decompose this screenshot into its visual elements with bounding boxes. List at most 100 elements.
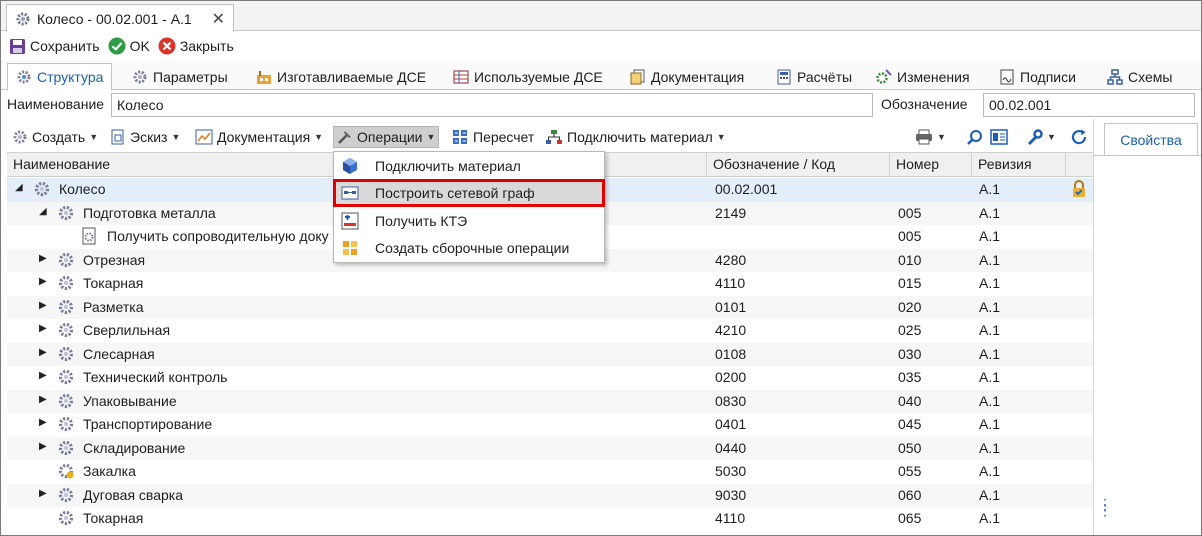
table-row[interactable]: ▶ Транспортирование 0401 045 А.1 xyxy=(7,413,1093,437)
gear-icon xyxy=(12,129,28,145)
expand-toggle-icon[interactable]: ▶ xyxy=(39,417,47,428)
expand-toggle-icon[interactable]: ▶ xyxy=(39,394,47,405)
operations-button[interactable]: Операции ▼ xyxy=(333,126,440,148)
row-code: 0440 xyxy=(715,439,747,456)
column-header-number[interactable]: Номер xyxy=(890,153,972,177)
close-button[interactable]: Закрыть xyxy=(156,35,236,57)
row-name: Токарная xyxy=(83,510,144,526)
gear-icon xyxy=(57,439,75,457)
table-row[interactable]: ▶ Складирование 0440 050 А.1 xyxy=(7,436,1093,460)
row-revision: А.1 xyxy=(979,486,1001,503)
table-row[interactable]: ▶ Токарная 4110 015 А.1 xyxy=(7,272,1093,296)
tab-manufactured-dse[interactable]: Изготавливаемые ДСЕ xyxy=(256,63,426,90)
refresh-button[interactable] xyxy=(1067,126,1091,148)
gear-icon xyxy=(57,509,75,527)
tab-calculations[interactable]: Расчёты xyxy=(776,63,852,90)
gear-icon xyxy=(57,345,75,363)
row-revision: А.1 xyxy=(979,510,1001,526)
row-number: 025 xyxy=(898,322,922,338)
row-name: Складирование xyxy=(83,439,186,456)
tab-label: Изготавливаемые ДСЕ xyxy=(277,68,427,85)
row-code: 2149 xyxy=(715,204,747,221)
code-field[interactable]: 00.02.001 xyxy=(983,93,1195,117)
column-header-code[interactable]: Обозначение / Код xyxy=(707,153,890,177)
tab-changes[interactable]: Изменения xyxy=(876,63,970,90)
gear-icon xyxy=(15,11,31,27)
create-button[interactable]: Создать ▼ xyxy=(9,126,101,148)
menu-item-attach-material[interactable]: Подключить материал xyxy=(335,154,603,178)
tab-used-dse[interactable]: Используемые ДСЕ xyxy=(453,63,603,90)
tab-documentation[interactable]: Документация xyxy=(630,63,744,90)
row-number: 045 xyxy=(898,416,922,432)
row-number: 020 xyxy=(898,298,922,315)
panel-icon xyxy=(990,129,1008,145)
row-number: 055 xyxy=(898,463,922,479)
table-icon xyxy=(453,69,469,85)
row-name: Дуговая сварка xyxy=(83,486,183,503)
panel-splitter-handle[interactable]: ⋮ ⋮ xyxy=(1098,497,1112,517)
expand-toggle-icon[interactable]: ▶ xyxy=(39,253,47,264)
view-panel-button[interactable] xyxy=(987,126,1011,148)
expand-toggle-icon[interactable]: ◢ xyxy=(15,182,23,193)
table-row[interactable]: ▶ Слесарная 0108 030 А.1 xyxy=(7,342,1093,366)
tab-parameters[interactable]: Параметры xyxy=(132,63,228,90)
row-name: Разметка xyxy=(83,298,144,315)
tab-schemes[interactable]: Схемы xyxy=(1107,63,1172,90)
expand-toggle-icon[interactable]: ▶ xyxy=(39,276,47,287)
row-number: 060 xyxy=(898,486,922,503)
expand-toggle-icon[interactable]: ▶ xyxy=(39,323,47,334)
column-header-revision[interactable]: Ревизия xyxy=(972,153,1066,177)
window-frame: Колесо - 00.02.001 - А.1 ✕ Сохранить OK … xyxy=(0,0,1202,536)
row-revision: А.1 xyxy=(979,322,1001,338)
panel-divider xyxy=(1094,155,1201,156)
gear-icon xyxy=(57,321,75,339)
sketch-button[interactable]: Эскиз ▼ xyxy=(107,126,183,148)
save-toolbar: Сохранить OK Закрыть xyxy=(1,33,1201,59)
print-button[interactable]: ▼ xyxy=(912,126,949,148)
expand-toggle-icon[interactable]: ▶ xyxy=(39,347,47,358)
tab-structure[interactable]: Структура xyxy=(7,63,113,91)
search-button[interactable] xyxy=(963,126,986,148)
documentation-label: Документация xyxy=(217,129,311,145)
table-row[interactable]: ▶ Разметка 0101 020 А.1 xyxy=(7,295,1093,319)
properties-tab[interactable]: Свойства xyxy=(1104,123,1198,156)
save-button[interactable]: Сохранить xyxy=(7,35,102,57)
chart-doc-icon xyxy=(195,129,213,145)
name-label: Наименование xyxy=(7,96,105,112)
ok-button[interactable]: OK xyxy=(106,35,152,57)
settings-button[interactable]: ▼ xyxy=(1023,126,1059,148)
table-row[interactable]: ▶ Сверлильная 4210 025 А.1 xyxy=(7,319,1093,343)
chevron-down-icon: ▼ xyxy=(716,132,726,142)
row-name: Закалка xyxy=(83,463,136,479)
table-row[interactable]: ▶ Дуговая сварка 9030 060 А.1 xyxy=(7,483,1093,507)
menu-item-get-kte[interactable]: Получить КТЭ xyxy=(335,209,603,233)
row-revision: А.1 xyxy=(979,251,1001,268)
close-label: Закрыть xyxy=(179,38,234,54)
tab-signatures[interactable]: Подписи xyxy=(999,63,1076,90)
tab-label: Параметры xyxy=(153,68,228,85)
expand-toggle-icon[interactable]: ▶ xyxy=(39,441,47,452)
hammer-icon xyxy=(337,129,353,145)
floppy-icon xyxy=(9,38,26,55)
expand-toggle-icon[interactable]: ▶ xyxy=(39,488,47,499)
recalc-button[interactable]: Пересчет xyxy=(449,126,537,148)
tab-label: Изменения xyxy=(897,68,970,85)
menu-item-create-assembly-ops[interactable]: Создать сборочные операции xyxy=(335,236,603,260)
row-name: Колесо xyxy=(59,181,106,197)
menu-item-build-network-graph[interactable]: Построить сетевой граф xyxy=(333,179,605,207)
expand-toggle-icon[interactable]: ▶ xyxy=(39,300,47,311)
table-row[interactable]: ▶ Технический контроль 0200 035 А.1 xyxy=(7,366,1093,390)
table-row[interactable]: ▶ Упаковывание 0830 040 А.1 xyxy=(7,389,1093,413)
name-field[interactable]: Колесо xyxy=(111,93,873,117)
row-revision: А.1 xyxy=(979,369,1001,385)
close-tab-icon[interactable]: ✕ xyxy=(212,9,225,29)
attach-material-button[interactable]: Подключить материал ▼ xyxy=(542,126,729,148)
table-row[interactable]: Закалка 5030 055 А.1 xyxy=(7,460,1093,484)
documentation-button[interactable]: Документация ▼ xyxy=(192,126,326,148)
document-tab[interactable]: Колесо - 00.02.001 - А.1 ✕ xyxy=(6,4,234,32)
gear-icon xyxy=(57,486,75,504)
expand-toggle-icon[interactable]: ◢ xyxy=(39,206,47,217)
refresh-icon xyxy=(1070,128,1088,146)
table-row[interactable]: Токарная 4110 065 А.1 xyxy=(7,507,1093,531)
expand-toggle-icon[interactable]: ▶ xyxy=(39,370,47,381)
